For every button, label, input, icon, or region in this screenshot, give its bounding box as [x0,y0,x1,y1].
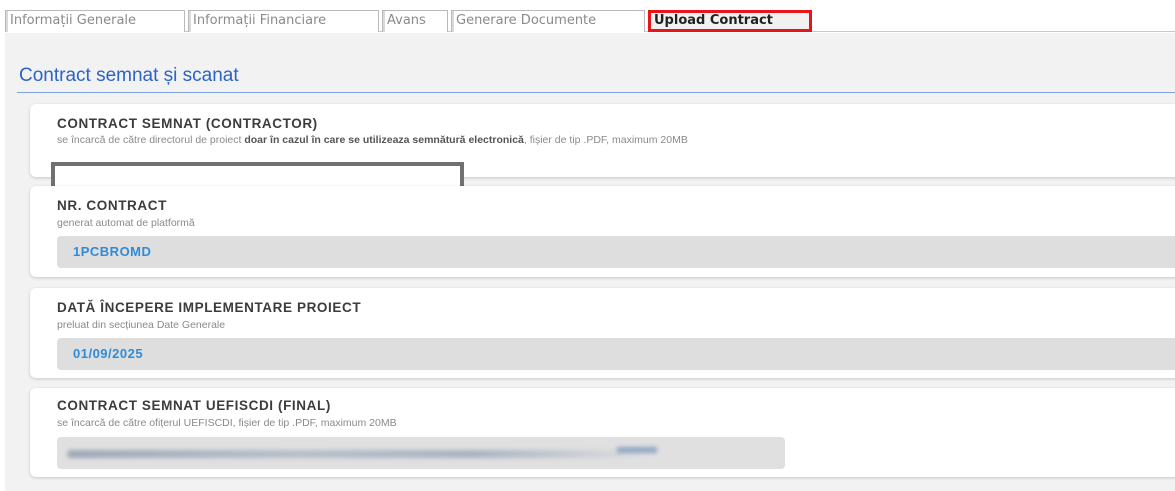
redacted-filename-end [617,447,657,453]
nr-contract-value: 1PCBROMD [57,236,1175,268]
card-data-incepere: DATĂ ÎNCEPERE IMPLEMENTARE PROIECT prelu… [30,288,1175,378]
redacted-filename [67,450,647,458]
card-hint: se încarcă de către directorul de proiec… [57,134,688,146]
tab-avans[interactable]: Avans [382,10,448,32]
tab-bar: Informații Generale Informații Financiar… [5,10,1175,32]
tab-generare-documente[interactable]: Generare Documente [451,10,645,32]
card-heading: DATĂ ÎNCEPERE IMPLEMENTARE PROIECT [57,300,362,315]
card-contract-semnat-uefiscdi: CONTRACT SEMNAT UEFISCDI (FINAL) se înca… [30,388,1175,477]
tab-informatii-generale[interactable]: Informații Generale [5,10,185,32]
card-nr-contract: NR. CONTRACT generat automat de platform… [30,186,1175,277]
card-heading: NR. CONTRACT [57,198,167,213]
card-heading: CONTRACT SEMNAT UEFISCDI (FINAL) [57,398,331,413]
content-panel: Contract semnat și scanat CONTRACT SEMNA… [5,33,1175,491]
card-hint: preluat din secțiunea Date Generale [57,319,226,331]
hint-suffix: , fișier de tip .PDF, maximum 20MB [523,134,688,146]
hint-bold: doar în cazul în care se utilizeaza semn… [244,134,524,146]
card-contract-semnat-contractor: CONTRACT SEMNAT (CONTRACTOR) se încarcă … [30,104,1175,194]
section-divider [17,92,1175,93]
card-hint: generat automat de platformă [57,217,195,229]
hint-prefix: se încarcă de către directorul de proiec… [57,134,245,146]
start-date-value: 01/09/2025 [57,338,1175,370]
tab-upload-contract[interactable]: Upload Contract [648,10,812,32]
uefiscdi-file-link[interactable] [57,437,785,469]
card-hint: se încarcă de către ofițerul UEFISCDI, f… [57,417,397,429]
tab-informatii-financiare[interactable]: Informații Financiare [188,10,379,32]
section-title: Contract semnat și scanat [19,65,239,86]
card-heading: CONTRACT SEMNAT (CONTRACTOR) [57,116,318,131]
